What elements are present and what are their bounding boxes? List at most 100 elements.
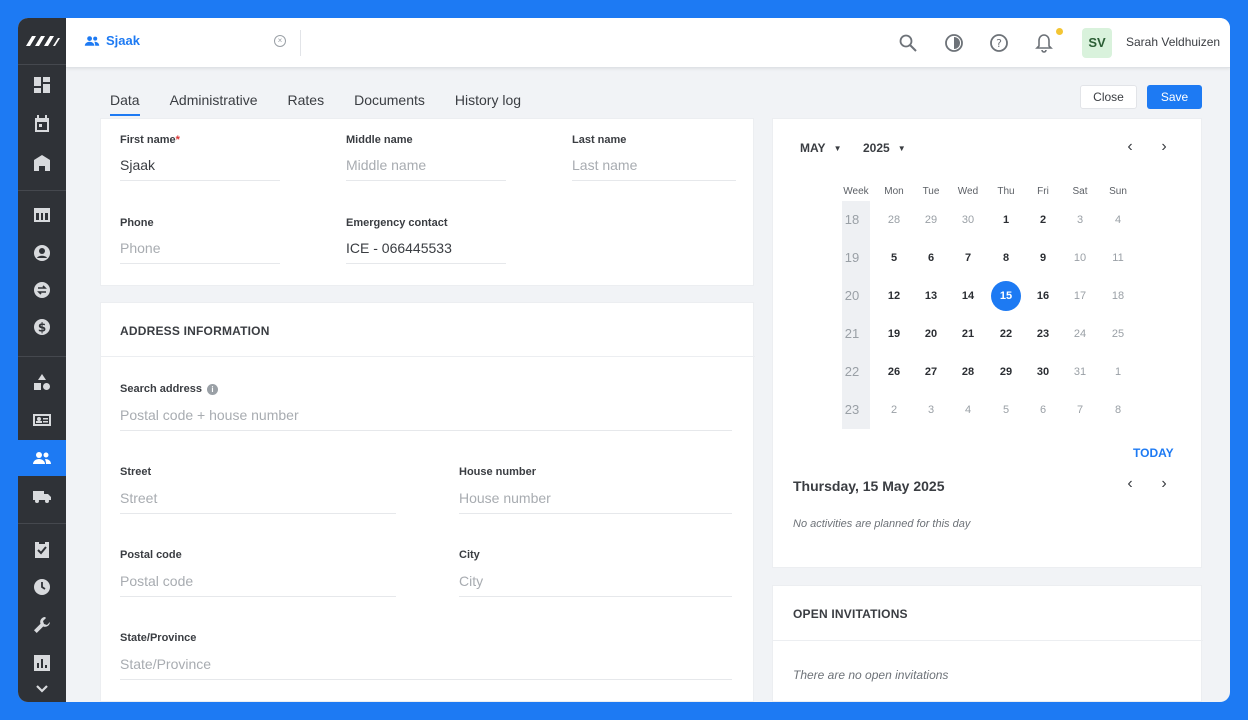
city-label: City (459, 549, 480, 561)
calendar-day[interactable]: 19 (875, 319, 913, 349)
search-icon[interactable] (896, 31, 920, 55)
calendar-day[interactable]: 5 (987, 395, 1025, 425)
prev-month-icon[interactable]: ‹ (1122, 138, 1138, 156)
tab-administrative[interactable]: Administrative (170, 92, 258, 116)
calendar-day[interactable]: 21 (949, 319, 987, 349)
phone-field[interactable]: Phone (120, 240, 160, 256)
calendar-day[interactable]: 24 (1061, 319, 1099, 349)
calendar-day[interactable]: 28 (875, 205, 913, 235)
calendar-day[interactable]: 25 (1099, 319, 1137, 349)
info-icon[interactable]: i (206, 383, 218, 395)
city-field[interactable]: City (459, 573, 483, 589)
last-name-field[interactable]: Last name (572, 157, 637, 173)
state-field[interactable]: State/Province (120, 656, 211, 672)
sidebar-item-tools[interactable] (18, 607, 66, 643)
sidebar-item-calendar[interactable] (18, 106, 66, 142)
app-logo[interactable] (18, 18, 66, 64)
calendar-day[interactable]: 3 (1061, 205, 1099, 235)
sidebar-item-users[interactable] (18, 235, 66, 271)
calendar-day[interactable]: 20 (912, 319, 950, 349)
avatar[interactable]: SV (1082, 28, 1112, 58)
calendar-day[interactable]: 8 (987, 243, 1025, 273)
calendar-day[interactable]: 7 (1061, 395, 1099, 425)
theme-icon[interactable] (942, 31, 966, 55)
open-record-tab[interactable]: Sjaak (84, 33, 140, 48)
close-tab-icon[interactable]: × (274, 35, 286, 47)
tab-history-log[interactable]: History log (455, 92, 521, 116)
year-select[interactable]: 2025 ▼ (863, 141, 906, 155)
search-address-field[interactable]: Postal code + house number (120, 407, 299, 423)
calendar-day[interactable]: 29 (912, 205, 950, 235)
middle-name-field[interactable]: Middle name (346, 157, 426, 173)
next-month-icon[interactable]: › (1156, 138, 1172, 156)
dashboard-icon (34, 77, 50, 93)
user-name[interactable]: Sarah Veldhuizen (1126, 35, 1220, 49)
sidebar-item-contacts[interactable] (18, 402, 66, 438)
calendar-day[interactable]: 2 (1024, 205, 1062, 235)
calendar-day[interactable]: 6 (912, 243, 950, 273)
calendar-day[interactable]: 3 (912, 395, 950, 425)
calendar-day[interactable]: 8 (1099, 395, 1137, 425)
open-record-tab-label: Sjaak (106, 33, 140, 48)
save-button[interactable]: Save (1147, 85, 1202, 109)
weekday-header: Tue (922, 186, 940, 197)
sidebar-item-shapes[interactable] (18, 364, 66, 400)
today-button[interactable]: TODAY (1133, 446, 1174, 460)
calendar-day[interactable]: 16 (1024, 281, 1062, 311)
help-icon[interactable]: ? (987, 31, 1011, 55)
week-number: 22 (844, 364, 860, 379)
calendar-day[interactable]: 23 (1024, 319, 1062, 349)
prev-day-icon[interactable]: ‹ (1122, 475, 1138, 493)
calendar-day[interactable]: 2 (875, 395, 913, 425)
month-select[interactable]: MAY ▼ (800, 141, 842, 155)
calendar-day[interactable]: 22 (987, 319, 1025, 349)
calendar-day[interactable]: 30 (1024, 357, 1062, 387)
sidebar-item-transport[interactable] (18, 478, 66, 514)
sidebar-item-hours[interactable] (18, 569, 66, 605)
postal-code-field[interactable]: Postal code (120, 573, 193, 589)
calendar-day-selected[interactable]: 15 (987, 281, 1025, 311)
calendar-day[interactable]: 4 (949, 395, 987, 425)
calendar-day[interactable]: 26 (875, 357, 913, 387)
calendar-day[interactable]: 29 (987, 357, 1025, 387)
calendar-day[interactable]: 10 (1061, 243, 1099, 273)
dollar-icon: $ (34, 319, 50, 335)
calendar-day[interactable]: 1 (1099, 357, 1137, 387)
calendar-day[interactable]: 9 (1024, 243, 1062, 273)
calendar-day[interactable]: 11 (1099, 243, 1137, 273)
tab-data[interactable]: Data (110, 92, 140, 116)
swap-icon (34, 282, 50, 298)
sidebar-item-locations[interactable] (18, 145, 66, 181)
sidebar-item-exchange[interactable] (18, 272, 66, 308)
sidebar-item-employees[interactable] (18, 440, 66, 476)
emergency-contact-field[interactable]: ICE - 066445533 (346, 240, 452, 256)
calendar-day[interactable]: 1 (987, 205, 1025, 235)
calendar-day[interactable]: 4 (1099, 205, 1137, 235)
calendar-day[interactable]: 13 (912, 281, 950, 311)
sidebar-item-more[interactable] (18, 674, 66, 702)
calendar-day[interactable]: 12 (875, 281, 913, 311)
tab-rates[interactable]: Rates (288, 92, 325, 116)
calendar-day[interactable]: 5 (875, 243, 913, 273)
sidebar-item-schedule[interactable] (18, 197, 66, 233)
bell-icon[interactable] (1032, 31, 1056, 55)
top-bar: Sjaak × ? SV Sarah Veldhuizen (66, 18, 1230, 68)
tab-documents[interactable]: Documents (354, 92, 425, 116)
calendar-day[interactable]: 28 (949, 357, 987, 387)
calendar-day[interactable]: 30 (949, 205, 987, 235)
calendar-day[interactable]: 14 (949, 281, 987, 311)
calendar-day[interactable]: 6 (1024, 395, 1062, 425)
house-number-field[interactable]: House number (459, 490, 551, 506)
close-button[interactable]: Close (1080, 85, 1137, 109)
street-field[interactable]: Street (120, 490, 157, 506)
next-day-icon[interactable]: › (1156, 475, 1172, 493)
sidebar-item-finance[interactable]: $ (18, 309, 66, 345)
calendar-day[interactable]: 27 (912, 357, 950, 387)
sidebar-item-dashboard[interactable] (18, 67, 66, 103)
first-name-field[interactable]: Sjaak (120, 157, 155, 173)
sidebar-item-tasks[interactable] (18, 531, 66, 567)
calendar-day[interactable]: 18 (1099, 281, 1137, 311)
calendar-day[interactable]: 31 (1061, 357, 1099, 387)
calendar-day[interactable]: 17 (1061, 281, 1099, 311)
calendar-day[interactable]: 7 (949, 243, 987, 273)
